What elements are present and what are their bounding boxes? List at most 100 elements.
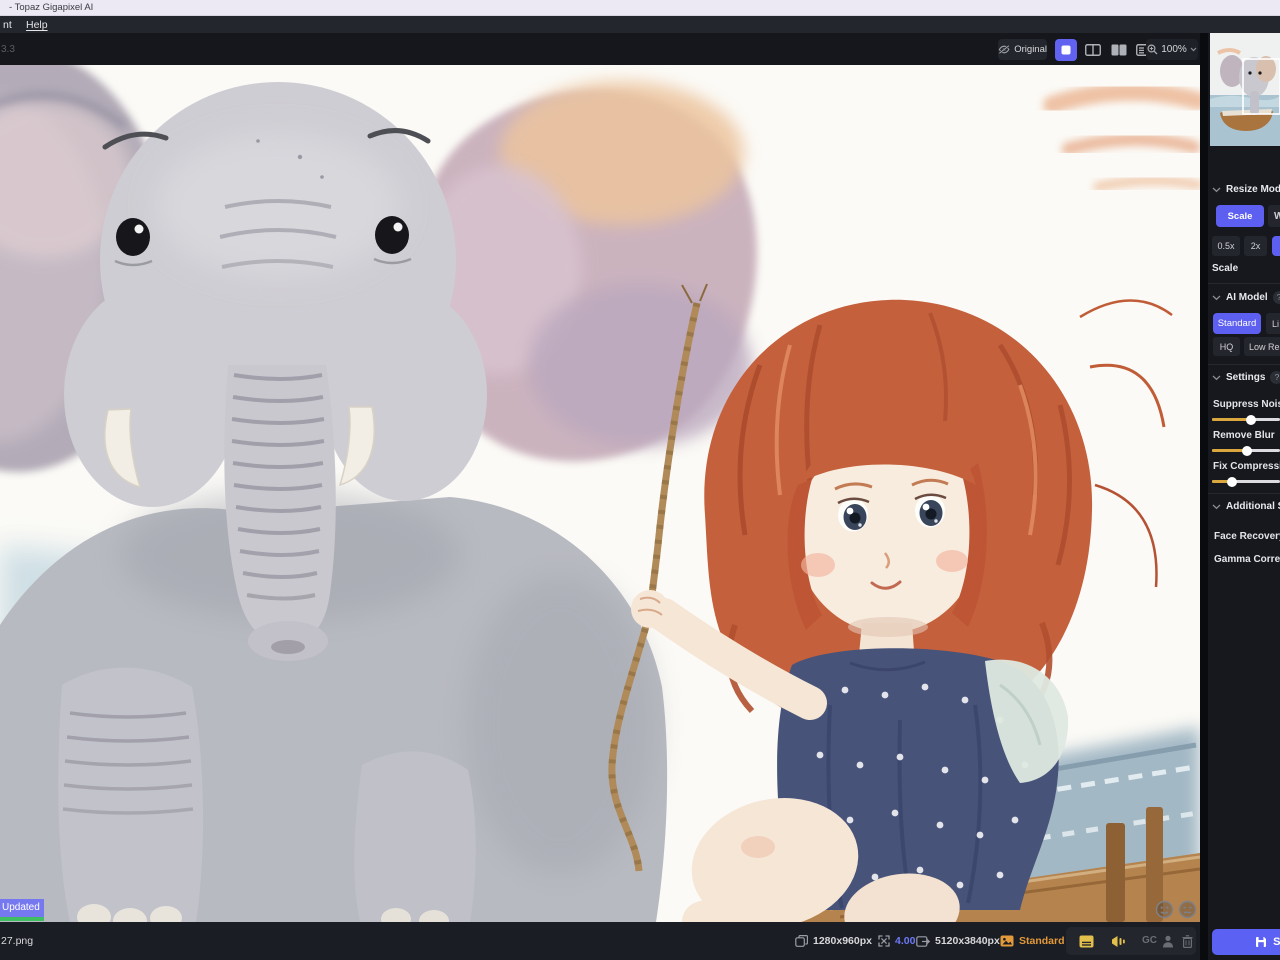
magnifier-icon [1147,44,1158,55]
additional-settings-header[interactable]: Additional Settings [1212,500,1280,513]
side-by-side-view-button[interactable] [1108,39,1130,61]
resize-tab-width-partial[interactable]: W [1268,205,1280,227]
output-size-group: 5120x3840px [916,922,1000,960]
model-badge-value: Standard [1019,935,1065,947]
single-view-icon [1061,45,1071,55]
settings-title: Settings [1226,372,1265,383]
happy-face-icon [1155,900,1174,919]
resize-mode-title: Resize Mode [1226,184,1280,195]
scale-preset-selected[interactable] [1272,236,1280,256]
save-label: Save [1273,936,1280,948]
window-titlebar[interactable]: - Topaz Gigapixel AI [0,0,1280,16]
navigator-preview-image [1210,33,1280,146]
input-size-group: 1280x960px [795,922,872,960]
scale-factor-group: 4.00 [878,922,915,960]
split-view-icon [1085,44,1101,56]
panel-divider [1200,33,1208,960]
delete-button[interactable] [1178,927,1196,955]
fix-compression-label: Fix Compression [1213,461,1280,472]
settings-sidebar: Resize Mode ? Scale W 0.5x 2x Scale AI M… [1208,33,1280,922]
settings-header[interactable]: Settings ? [1212,371,1280,384]
chevron-down-icon [1212,504,1221,510]
remove-blur-fill [1212,449,1247,452]
model-badge-group[interactable]: Standard [1000,922,1065,960]
face-recovery-label[interactable]: Face Recovery [1214,531,1280,542]
menu-item-account-truncated[interactable]: nt [0,18,15,32]
split-view-button[interactable] [1082,39,1104,61]
feedback-buttons [1155,900,1197,919]
scale-field-label: Scale [1212,263,1238,274]
navigator-thumbnail[interactable] [1210,33,1280,146]
status-bar: 27.png 1280x960px 4.00 5120x3840px Stand… [0,922,1200,960]
single-view-button[interactable] [1055,39,1077,61]
suppress-noise-thumb[interactable] [1246,415,1256,425]
suppress-noise-label: Suppress Noise [1213,399,1280,410]
suppress-noise-slider[interactable] [1212,418,1280,421]
save-image-button[interactable]: Save [1212,929,1280,955]
output-image-icon [916,936,930,947]
filename-label: 27.png [1,935,33,947]
gamma-correction-label[interactable]: Gamma Correction [1214,554,1280,565]
compare-view-icon [1111,935,1126,948]
update-progress-bar [0,917,44,921]
ai-model-standard-button[interactable]: Standard [1213,313,1261,334]
ai-model-title: AI Model [1226,292,1268,303]
feedback-negative-button[interactable] [1178,900,1197,919]
feedback-positive-button[interactable] [1155,900,1174,919]
save-disk-icon [1255,936,1267,948]
face-detection-button[interactable] [1158,927,1178,955]
ai-model-lines-button-partial[interactable]: Li [1266,313,1280,334]
ai-model-help-icon[interactable]: ? [1273,291,1280,304]
gc-indicator: GC [1142,935,1157,946]
remove-blur-label: Remove Blur [1213,430,1275,441]
artwork-image [0,65,1200,922]
save-zone: Save [1208,922,1280,960]
chevron-down-icon [1212,187,1221,193]
ai-model-header[interactable]: AI Model ? [1212,291,1280,304]
fix-compression-slider[interactable] [1212,480,1280,483]
remove-blur-thumb[interactable] [1242,446,1252,456]
menu-bar: nt Help [0,16,1280,33]
updated-label: Updated [0,899,44,917]
zoom-level-value: 100% [1161,44,1187,55]
chevron-down-icon [1190,47,1197,52]
compare-view-button[interactable] [1106,927,1130,955]
additional-settings-title: Additional Settings [1226,501,1280,512]
trash-icon [1182,935,1193,948]
version-label: 3.3 [1,44,15,55]
section-divider [1208,364,1280,365]
section-divider [1208,493,1280,494]
input-size-value: 1280x960px [813,935,872,947]
section-divider [1208,283,1280,284]
scale-preset-2x[interactable]: 2x [1244,236,1267,256]
filmstrip-toggle-icon [1079,935,1094,948]
ai-model-lowres-button[interactable]: Low Res [1244,337,1280,356]
remove-blur-slider[interactable] [1212,449,1280,452]
chevron-down-icon [1212,375,1221,381]
canvas-toolbar: 3.3 Original 100% [0,33,1200,65]
output-size-value: 5120x3840px [935,935,1000,947]
status-icon-tray: GC [1066,927,1196,955]
menu-item-help[interactable]: Help [23,18,51,32]
scale-factor-value: 4.00 [895,935,915,947]
filmstrip-toggle-button[interactable] [1074,927,1098,955]
window-title: - Topaz Gigapixel AI [9,2,93,13]
model-badge-icon [1000,935,1014,947]
resize-tab-scale[interactable]: Scale [1216,205,1264,227]
application-window: - Topaz Gigapixel AI nt Help 3.3 Origina… [0,0,1280,960]
original-compare-button[interactable]: Original [998,39,1047,60]
sad-face-icon [1178,900,1197,919]
original-label: Original [1014,44,1047,55]
fix-compression-thumb[interactable] [1227,477,1237,487]
zoom-control[interactable]: 100% [1146,39,1198,60]
side-by-side-view-icon [1111,44,1127,56]
chevron-down-icon [1212,295,1221,301]
ai-model-hq-button[interactable]: HQ [1213,337,1240,356]
suppress-noise-fill [1212,418,1251,421]
eye-off-icon [998,44,1010,55]
image-canvas[interactable]: Updated [0,65,1200,922]
resize-mode-header[interactable]: Resize Mode ? [1212,183,1280,196]
scale-preset-0-5x[interactable]: 0.5x [1212,236,1240,256]
fix-compression-fill [1212,480,1232,483]
settings-help-icon[interactable]: ? [1270,371,1280,384]
